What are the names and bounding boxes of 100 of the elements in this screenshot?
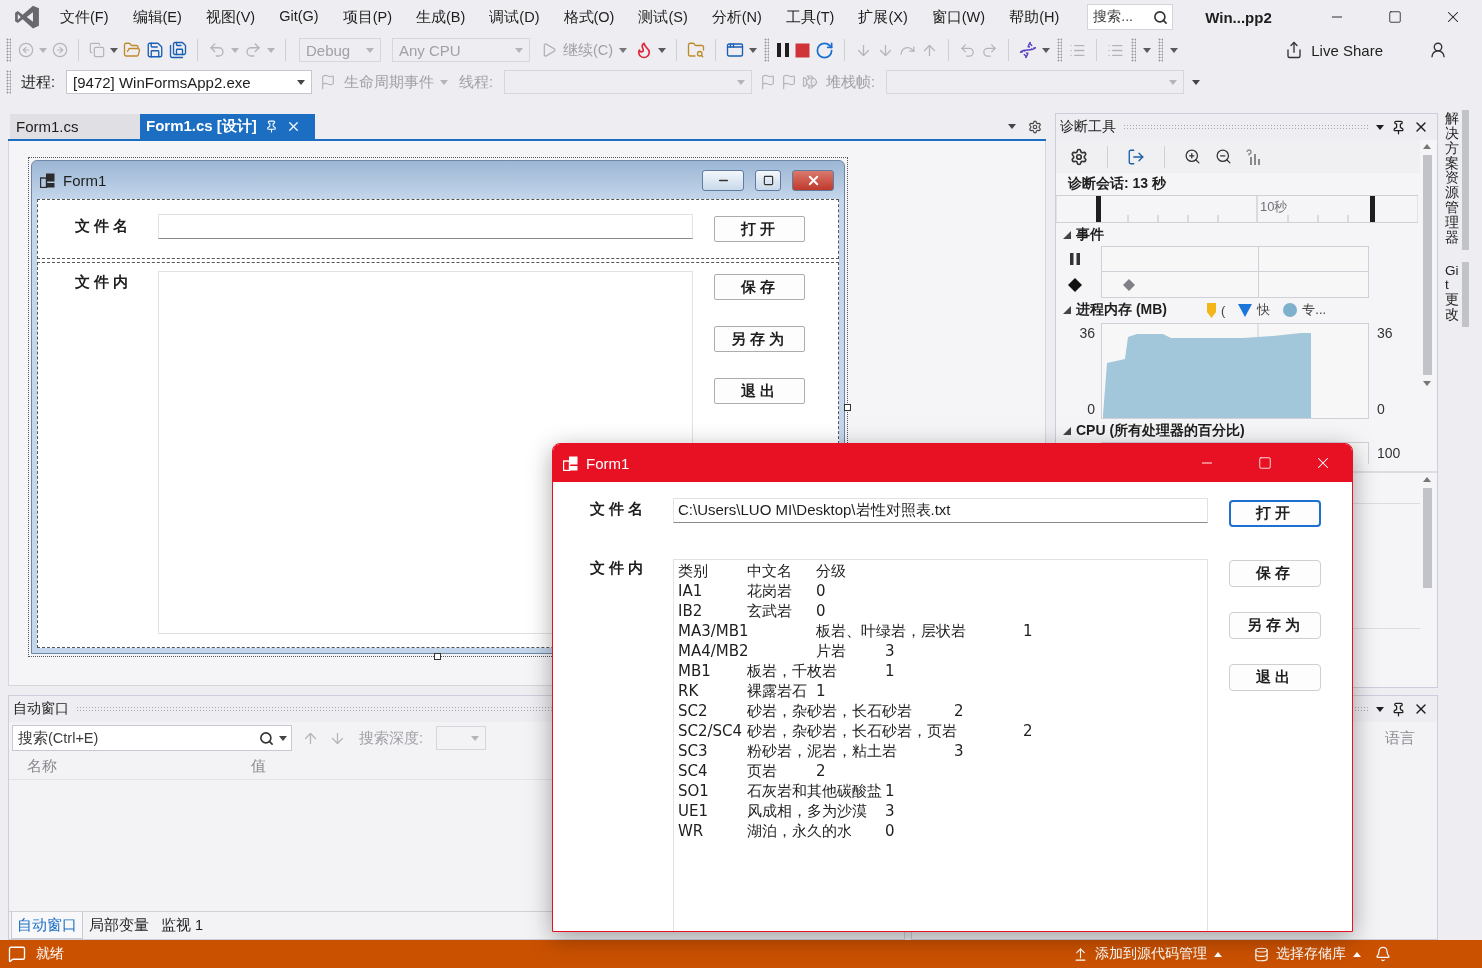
- caret-icon[interactable]: [110, 47, 118, 53]
- caret-icon[interactable]: [1008, 124, 1016, 129]
- maximize-icon[interactable]: [762, 174, 774, 186]
- person-icon[interactable]: [1429, 41, 1447, 59]
- upload-icon[interactable]: [1073, 946, 1088, 962]
- menu-item[interactable]: 调试(D): [477, 3, 552, 31]
- form-button[interactable]: 另存为: [1229, 612, 1321, 639]
- scrollbar-thumb[interactable]: [1422, 155, 1432, 375]
- form-button[interactable]: 保存: [1229, 560, 1321, 587]
- timeline-ruler[interactable]: [1056, 195, 1418, 223]
- menu-item[interactable]: 工具(T): [773, 3, 847, 31]
- session-duration: 诊断会话: 13 秒: [1066, 175, 1166, 193]
- file-content-field[interactable]: 类别 中文名 分级 IA1 花岗岩 0 IB2 玄武岩 0 MA3/MB1 板岩、叶绿岩，层状岩 1 MA4/MB2 片岩 3 MB1 板岩，千枚岩 1 RK 裸露岩石 1 SC2 砂岩，杂砂岩，长石砂岩 2 SC2/SC4 砂岩，杂砂岩，长石砂岩，页岩 2 SC3 粉砂岩，泥岩，粘土岩 3 SC4 页岩 2 SO1 石灰岩和其他碳酸盐 1 UE1 风成相，多为沙漠 3 WR 湖泊，永久的水 0: [673, 559, 1208, 931]
- grip-icon: [764, 38, 770, 62]
- share-icon[interactable]: [1285, 41, 1304, 59]
- pause-icon[interactable]: [776, 42, 791, 58]
- menu-item[interactable]: 测试(S): [626, 3, 700, 31]
- menu-item[interactable]: 项目(P): [330, 3, 404, 31]
- restart-icon[interactable]: [815, 40, 835, 60]
- caret-icon[interactable]: [279, 735, 287, 741]
- zoom-out-icon[interactable]: [1215, 148, 1232, 165]
- open-button[interactable]: 打开: [714, 216, 805, 242]
- resize-handle-icon[interactable]: [434, 653, 441, 660]
- caret-icon[interactable]: [658, 47, 667, 53]
- expander-icon[interactable]: [1063, 231, 1071, 239]
- form-button[interactable]: 退出: [1229, 664, 1321, 691]
- process-dropdown[interactable]: [9472] WinFormsApp2.exe: [66, 70, 313, 94]
- form-button[interactable]: 退出: [714, 378, 805, 404]
- minimize-button[interactable]: [702, 169, 744, 191]
- window-title: Form1: [63, 171, 107, 189]
- window-icon[interactable]: [726, 41, 745, 59]
- caret-icon[interactable]: [1143, 47, 1152, 53]
- stop-icon[interactable]: [795, 42, 811, 58]
- settings-icon[interactable]: [1028, 119, 1042, 134]
- panel-title: 诊断工具: [1060, 118, 1116, 136]
- panel-tab[interactable]: 局部变量: [83, 912, 155, 939]
- file-name-field[interactable]: [158, 214, 693, 239]
- close-button[interactable]: [792, 169, 834, 191]
- zoom-in-icon[interactable]: [1184, 148, 1201, 165]
- legend-label: (: [1221, 302, 1226, 318]
- resize-handle-icon[interactable]: [844, 404, 851, 411]
- legend-label: 专...: [1302, 301, 1327, 319]
- export-icon[interactable]: [1127, 147, 1145, 166]
- maximize-button[interactable]: [755, 169, 781, 191]
- menu-item[interactable]: 扩展(X): [846, 3, 920, 31]
- save-all-icon[interactable]: [169, 41, 187, 59]
- search-icon[interactable]: [259, 730, 274, 746]
- field-label: 文件名: [75, 217, 132, 236]
- caret-icon[interactable]: [297, 79, 306, 85]
- form-button[interactable]: 保存: [714, 274, 805, 300]
- caret-icon[interactable]: [1376, 124, 1384, 130]
- live-share-button[interactable]: Live Share: [1279, 36, 1389, 64]
- search-field[interactable]: 搜索(Ctrl+E): [12, 725, 292, 751]
- expander-icon[interactable]: [1063, 306, 1071, 314]
- menu-item[interactable]: 窗口(W): [919, 3, 998, 31]
- axis-label: 36: [1377, 325, 1393, 341]
- caret-icon[interactable]: [1170, 47, 1179, 53]
- axis-label: 0: [1377, 401, 1385, 417]
- folder-search-icon[interactable]: [687, 41, 706, 59]
- notification-icon[interactable]: [1375, 946, 1391, 962]
- settings-icon[interactable]: [1070, 147, 1088, 166]
- dna-icon[interactable]: [1019, 41, 1038, 59]
- message-icon: [8, 945, 26, 963]
- open-button[interactable]: 打开: [1229, 500, 1321, 527]
- side-tab[interactable]: 解决方案资源管理器: [1443, 110, 1469, 250]
- panel-tab[interactable]: 自动窗口: [11, 912, 83, 939]
- repository-button[interactable]: 选择存储库: [1250, 945, 1365, 963]
- section-title: CPU (所有处理器的百分比): [1076, 422, 1245, 440]
- side-tab[interactable]: Git 更改: [1443, 261, 1469, 327]
- caret-icon[interactable]: [1376, 706, 1384, 712]
- document-tab[interactable]: Form1.cs: [10, 114, 140, 139]
- caret-icon[interactable]: [1042, 47, 1051, 53]
- menu-item[interactable]: 生成(B): [404, 3, 478, 31]
- save-icon[interactable]: [146, 41, 164, 59]
- menu-item[interactable]: 帮助(H): [997, 3, 1072, 31]
- pin-icon[interactable]: [1391, 119, 1406, 135]
- folder-icon[interactable]: [123, 41, 141, 59]
- panel-tab[interactable]: 监视 1: [155, 912, 210, 939]
- expander-icon[interactable]: [1063, 427, 1071, 435]
- chart-icon[interactable]: [1246, 148, 1262, 165]
- caret-icon[interactable]: [749, 47, 758, 53]
- grip-icon: [1131, 38, 1137, 62]
- search-icon[interactable]: [1153, 9, 1169, 25]
- menu-item[interactable]: 分析(N): [699, 3, 774, 31]
- form-button[interactable]: 另存为: [714, 326, 805, 352]
- menu-item[interactable]: 文件(F): [48, 3, 121, 31]
- source-control-button[interactable]: 添加到源代码管理: [1069, 945, 1226, 963]
- menu-item[interactable]: Git(G): [267, 3, 331, 31]
- pin-icon[interactable]: [1391, 701, 1406, 717]
- file-name-field[interactable]: C:\Users\LUO MI\Desktop\岩性对照表.txt: [673, 498, 1208, 523]
- caret-icon[interactable]: [1192, 79, 1201, 85]
- section-title: 进程内存 (MB): [1076, 301, 1167, 319]
- menu-item[interactable]: 编辑(E): [120, 3, 194, 31]
- scrollbar-thumb[interactable]: [1422, 488, 1432, 588]
- search-field[interactable]: 搜索...: [1087, 4, 1174, 30]
- diamond-icon: [1067, 278, 1082, 292]
- database-icon[interactable]: [1254, 946, 1269, 962]
- menu-item[interactable]: 视图(V): [193, 3, 268, 31]
- field-label: 文件内: [590, 559, 647, 578]
- menu-item[interactable]: 格式(O): [551, 3, 627, 31]
